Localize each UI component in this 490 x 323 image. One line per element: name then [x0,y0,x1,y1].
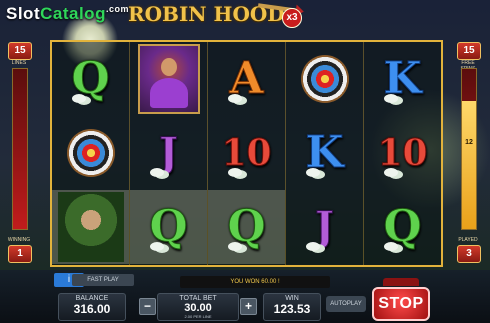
reel-cell: 10 [208,116,285,190]
robin-hood-icon [57,192,124,262]
symbol-j: J [315,203,335,250]
reel-1: Q [52,42,130,265]
win-label: WIN [285,295,299,302]
reel-cell: K [286,116,363,190]
winning-counter: 1 [8,245,32,263]
reel-cell [286,42,363,116]
flower-decoration [72,94,86,103]
lines-label: LINES [11,60,27,66]
flower-decoration [306,242,320,251]
flower-decoration [384,242,398,251]
winning-label: WINNING [7,237,31,243]
balance-label: BALANCE [75,295,109,302]
reel-grid: Q J Q A 10 Q K J K 10 Q [50,40,443,267]
total-bet-label: TOTAL BET [179,295,217,302]
reel-cell: Q [52,42,129,116]
flower-decoration [150,168,164,177]
flower-decoration [150,242,164,251]
reel-cell: Q [364,190,441,264]
fast-play-button[interactable]: FAST PLAY [72,274,134,286]
bet-increase-button[interactable]: + [240,298,257,315]
slotcatalog-watermark: SlotCatalog.com [6,4,129,23]
balance-value: 316.00 [73,302,111,316]
flower-decoration [228,242,242,251]
stop-button-cap [383,278,419,286]
reel-cell: Q [208,190,285,264]
reel-cell [130,42,207,116]
reel-cell: J [130,116,207,190]
flower-decoration [384,168,398,177]
win-message: YOU WON 60.00 ! [180,276,330,288]
reel-5: K 10 Q [364,42,442,265]
free-spins-meter-value: 12 [465,139,473,146]
stop-button[interactable]: STOP [372,287,430,321]
right-panel: 15 FREE SPINS 12 PLAYED 3 [457,40,481,266]
total-bet-box: TOTAL BET 30.00 2.00 PER LINE [157,293,239,321]
free-spins-meter: 12 [461,68,477,230]
reel-cell [52,116,129,190]
reel-4: KJ [286,42,364,265]
target-icon [300,55,349,103]
per-line-label: 2.00 PER LINE [184,314,212,319]
flower-decoration [384,94,398,103]
win-box: WIN 123.53 [263,293,321,321]
reel-cell: A [208,42,285,116]
flower-decoration [228,168,242,177]
maid-marian-icon [137,44,200,114]
played-label: PLAYED [458,237,478,243]
reel-cell: Q [130,190,207,264]
reel-cell: 10 [364,116,441,190]
reel-2: JQ [130,42,208,265]
symbol-10: 10 [377,132,428,174]
bet-decrease-button[interactable]: − [139,298,156,315]
played-counter: 3 [457,245,481,263]
slot-game-screen: SlotCatalog.com ROBIN HOOD x3 15 LINES W… [0,0,490,323]
free-spins-meter-fill [462,101,476,229]
lines-meter [12,68,28,230]
reel-3: A 10 Q [208,42,286,265]
symbol-j: J [159,129,179,176]
total-bet-value: 30.00 [184,302,212,314]
target-icon [66,129,115,177]
win-value: 123.53 [273,302,311,316]
balance-box: BALANCE 316.00 [58,293,126,321]
flower-decoration [306,168,320,177]
reel-cell [52,190,129,264]
multiplier-badge: x3 [282,8,302,28]
reel-cell: J [286,190,363,264]
flower-decoration [228,94,242,103]
symbol-10: 10 [221,132,272,174]
left-panel: 15 LINES WINNING 1 [7,40,32,266]
autoplay-button[interactable]: AUTOPLAY [326,296,366,312]
lines-counter: 15 [8,42,32,60]
reel-cell: K [364,42,441,116]
free-spins-counter: 15 [457,42,481,60]
